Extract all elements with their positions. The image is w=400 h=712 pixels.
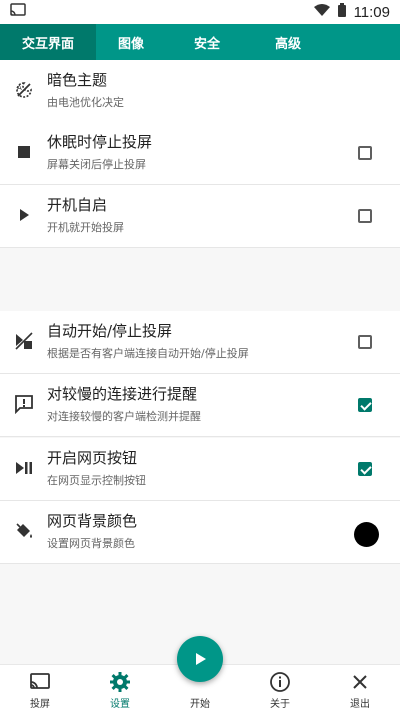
setting-title: 开启网页按钮: [47, 449, 138, 467]
play-pause-icon: [14, 458, 34, 478]
status-time: 11:09: [353, 3, 390, 21]
setting-subtitle: 在网页显示控制按钮: [47, 474, 146, 487]
dark-theme-icon: A: [14, 80, 34, 100]
setting-title: 开机自启: [47, 196, 108, 214]
setting-subtitle: 开机就开始投屏: [47, 221, 124, 234]
setting-title: 休眠时停止投屏: [47, 133, 153, 151]
setting-subtitle: 由电池优化决定: [47, 96, 124, 109]
setting-subtitle: 屏幕关闭后停止投屏: [47, 158, 146, 171]
tab-1[interactable]: 图像: [96, 24, 166, 60]
info-icon: [268, 670, 292, 694]
setting-row-3[interactable]: 自动开始/停止投屏根据是否有客户端连接自动开始/停止投屏: [0, 311, 400, 374]
setting-title: 对较慢的连接进行提醒: [47, 385, 198, 403]
wifi-icon: [313, 4, 330, 20]
play-icon: [14, 205, 34, 225]
nav-item-3[interactable]: 关于: [240, 665, 320, 712]
setting-checkbox[interactable]: [358, 398, 372, 412]
setting-row-0[interactable]: A 暗色主题由电池优化决定: [0, 60, 400, 123]
paint-bucket-icon: [14, 521, 34, 541]
stop-icon: [14, 142, 34, 162]
close-icon: [348, 670, 372, 694]
status-bar: 11:09: [0, 0, 400, 24]
nav-item-0[interactable]: 投屏: [0, 665, 80, 712]
cast-icon: [28, 670, 52, 694]
svg-text:A: A: [17, 84, 22, 92]
cast-status-icon: [10, 3, 26, 21]
settings-gear-icon: [108, 670, 132, 694]
nav-label: 关于: [270, 699, 290, 710]
setting-title: 自动开始/停止投屏: [47, 322, 173, 340]
tab-0[interactable]: 交互界面: [0, 24, 96, 60]
setting-title: 暗色主题: [47, 71, 108, 89]
tab-3[interactable]: 高级: [248, 24, 328, 60]
color-swatch[interactable]: [354, 522, 379, 547]
setting-subtitle: 设置网页背景颜色: [47, 537, 135, 550]
setting-subtitle: 根据是否有客户端连接自动开始/停止投屏: [47, 347, 249, 360]
nav-label: 退出: [350, 699, 370, 710]
setting-row-2[interactable]: 开机自启开机就开始投屏: [0, 185, 400, 248]
setting-checkbox[interactable]: [358, 462, 372, 476]
setting-checkbox[interactable]: [358, 335, 372, 349]
play-icon: [196, 653, 206, 665]
nav-item-4[interactable]: 退出: [320, 665, 400, 712]
tab-2[interactable]: 安全: [166, 24, 248, 60]
nav-item-1[interactable]: 设置: [80, 665, 160, 712]
setting-row-6[interactable]: 网页背景颜色设置网页背景颜色: [0, 501, 400, 564]
setting-title: 网页背景颜色: [47, 512, 138, 530]
tab-bar: 交互界面 图像 安全 高级: [0, 24, 400, 60]
setting-subtitle: 对连接较慢的客户端检测并提醒: [47, 410, 201, 423]
alert-message-icon: [14, 394, 34, 414]
nav-label: 投屏: [30, 699, 50, 710]
setting-row-5[interactable]: 开启网页按钮在网页显示控制按钮: [0, 438, 400, 501]
start-fab-button[interactable]: [177, 636, 223, 682]
nav-label: 开始: [190, 699, 210, 710]
setting-checkbox[interactable]: [358, 209, 372, 223]
setting-row-4[interactable]: 对较慢的连接进行提醒对连接较慢的客户端检测并提醒: [0, 374, 400, 437]
battery-icon: [337, 3, 346, 21]
setting-checkbox[interactable]: [358, 146, 372, 160]
setting-row-1[interactable]: 休眠时停止投屏屏幕关闭后停止投屏: [0, 122, 400, 185]
start-stop-icon: [14, 331, 34, 351]
nav-label: 设置: [110, 699, 130, 710]
